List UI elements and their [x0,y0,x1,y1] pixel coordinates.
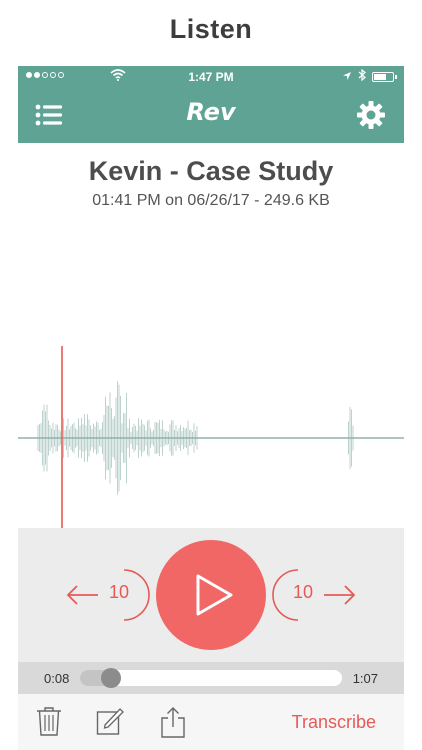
progress-bar: 0:08 1:07 [18,662,404,694]
screenshot-caption: Listen [169,14,253,44]
location-arrow-icon [342,70,352,84]
skip-forward-button[interactable]: 10 [266,566,358,624]
play-icon [196,574,233,616]
scrub-track[interactable] [80,668,342,688]
player-controls: 10 10 [18,528,404,662]
elapsed-time: 0:08 [44,671,70,686]
scrub-thumb[interactable] [101,668,122,688]
recording-meta: 01:41 PM on 06/26/17 - 249.6 KB [92,192,330,209]
total-duration: 1:07 [352,671,378,686]
transcribe-button[interactable]: Transcribe [292,712,376,733]
skip-back-label: 10 [108,582,130,602]
status-bar: 1:47 PM [18,66,404,86]
trash-icon[interactable] [36,706,62,741]
play-button[interactable] [156,540,266,650]
skip-forward-label: 10 [292,582,314,602]
nav-bar: Rev [18,86,404,143]
gear-icon[interactable] [354,98,388,132]
rev-logo: Rev [186,98,236,126]
bottom-toolbar: Transcribe [18,694,404,750]
phone-screen: 1:47 PM Rev Kevin - Case Study 01:41 PM … [18,66,404,750]
skip-back-button[interactable]: 10 [64,566,156,624]
bluetooth-icon [358,68,366,84]
share-icon[interactable] [160,706,186,743]
recording-title: Kevin - Case Study [88,156,334,186]
edit-icon[interactable] [96,706,124,741]
waveform[interactable] [18,346,404,530]
battery-icon [372,71,397,82]
